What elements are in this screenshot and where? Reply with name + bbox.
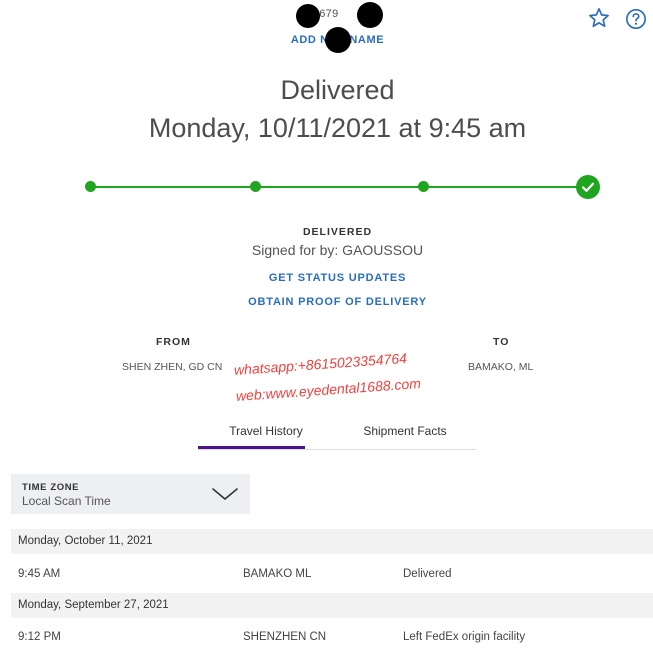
progress-step (85, 181, 96, 192)
event-location: BAMAKO ML (243, 568, 312, 580)
event-time: 9:45 AM (18, 568, 61, 580)
redaction-mark (296, 4, 320, 28)
history-date-row: Monday, September 27, 2021 (11, 593, 653, 618)
progress-step (250, 181, 261, 192)
active-tab-indicator (198, 446, 305, 449)
timezone-select[interactable]: TIME ZONE Local Scan Time (11, 474, 250, 514)
progress-step (418, 181, 429, 192)
history-date: Monday, October 11, 2021 (18, 535, 153, 547)
delivery-date: Monday, 10/11/2021 at 9:45 am (148, 113, 527, 143)
progress-line (90, 186, 588, 188)
from-value: SHEN ZHEN, GD CN (122, 361, 223, 373)
chevron-down-icon (212, 488, 238, 500)
question-circle-icon[interactable] (625, 8, 647, 30)
to-label: TO (493, 336, 510, 348)
redaction-mark (325, 27, 351, 53)
signed-for: Signed for by: GAOUSSOU (251, 242, 424, 258)
tabs-divider (198, 449, 476, 450)
status-label: DELIVERED (302, 226, 373, 238)
status-title: Delivered (280, 75, 395, 105)
progress-complete-check (576, 175, 600, 199)
history-date: Monday, September 27, 2021 (18, 599, 169, 611)
from-label: FROM (156, 336, 191, 348)
proof-of-delivery-link[interactable]: OBTAIN PROOF OF DELIVERY (0, 296, 653, 308)
tab-shipment-facts[interactable]: Shipment Facts (336, 424, 474, 438)
event-status: Delivered (403, 568, 452, 580)
check-icon (581, 182, 595, 192)
history-date-row: Monday, October 11, 2021 (11, 529, 653, 554)
event-time: 9:12 PM (18, 631, 61, 643)
star-outline-icon[interactable] (588, 7, 610, 29)
timezone-value: Local Scan Time (22, 494, 111, 508)
get-status-updates-link[interactable]: GET STATUS UPDATES (0, 272, 653, 284)
event-status: Left FedEx origin facility (403, 631, 526, 643)
redaction-mark (357, 2, 383, 28)
event-location: SHENZHEN CN (243, 631, 327, 643)
watermark-whatsapp: whatsapp:+8615023354764 (233, 349, 408, 378)
to-value: BAMAKO, ML (468, 361, 534, 373)
watermark-web: web:www.eyedental1688.com (235, 375, 422, 404)
tab-travel-history[interactable]: Travel History (198, 424, 334, 438)
timezone-label: TIME ZONE (22, 482, 80, 493)
